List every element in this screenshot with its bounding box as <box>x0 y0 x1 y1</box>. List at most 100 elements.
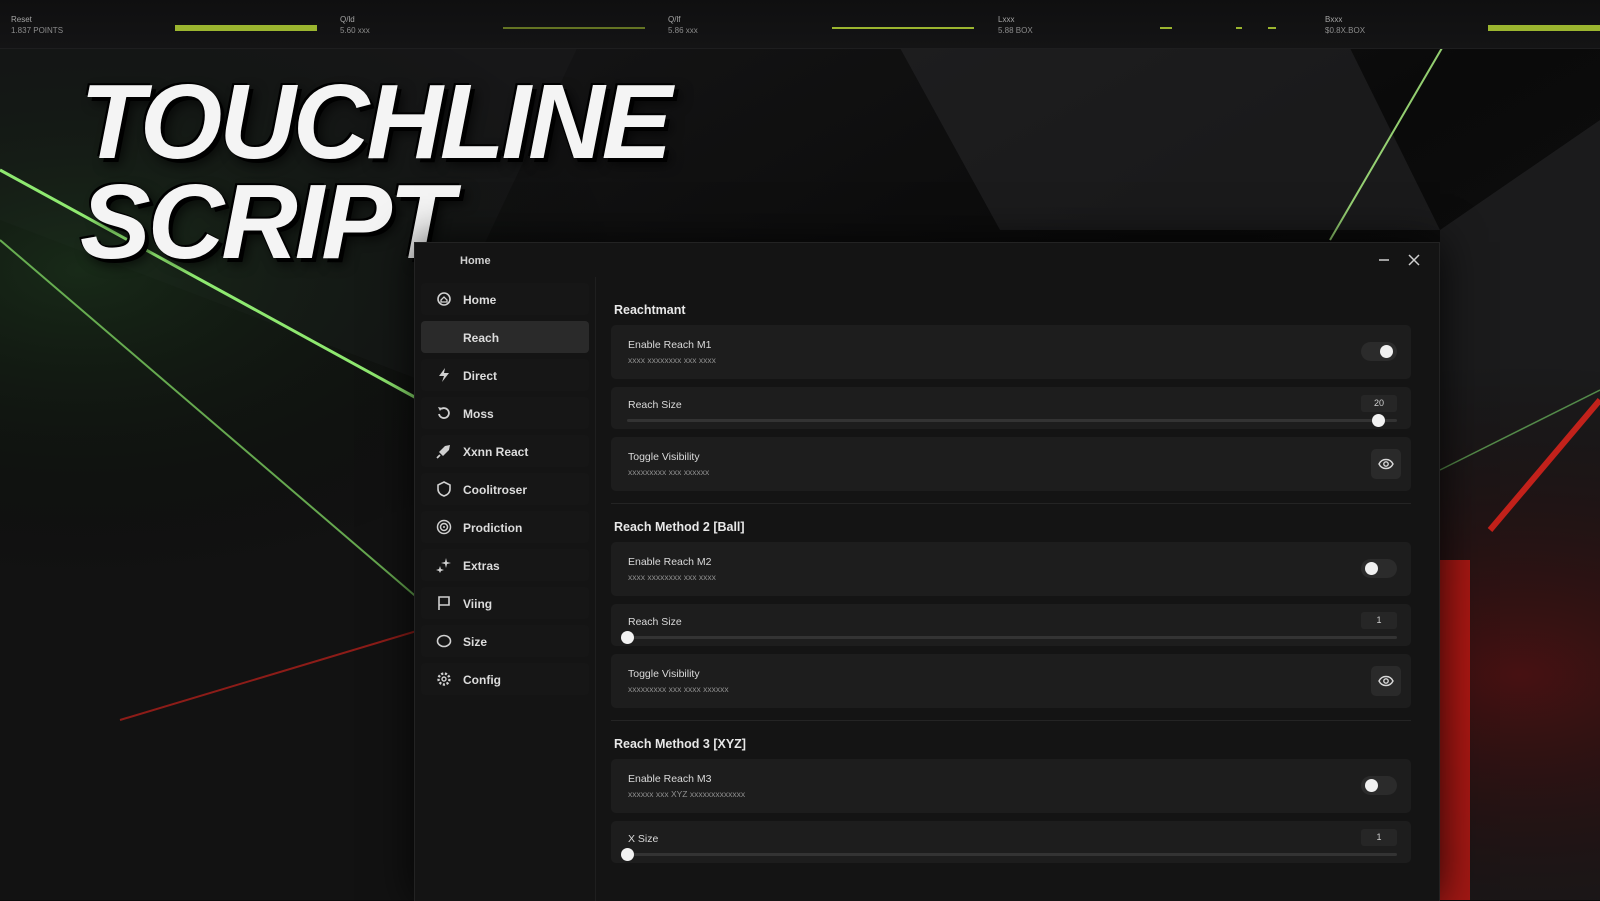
stat-bar <box>1488 25 1600 31</box>
rocket-icon <box>436 443 452 459</box>
slider-row: Reach Size 1 <box>611 604 1411 646</box>
window-title: Home <box>460 255 491 267</box>
sidebar-item-label: Config <box>463 673 501 687</box>
stat-value: 5.88 BOX <box>998 26 1033 35</box>
stat-value: 5.86 xxx <box>668 26 698 35</box>
toggle-knob <box>1365 779 1378 792</box>
setting-title: Enable Reach M1 <box>628 339 712 351</box>
minimize-button[interactable] <box>1373 249 1395 271</box>
slider-thumb[interactable] <box>621 848 634 861</box>
stat-bar <box>1160 27 1172 29</box>
setting-title: Toggle Visibility <box>628 668 700 680</box>
stat-label: Bxxx <box>1325 15 1343 24</box>
setting-subtitle: xxxxxxxxx xxx xxxxxx <box>628 467 710 477</box>
stat-bar <box>503 27 645 29</box>
flag-icon <box>436 595 452 611</box>
sidebar-item-home[interactable]: Home <box>421 283 589 315</box>
setting-title: Reach Size <box>628 616 682 628</box>
reach-m2-toggle[interactable] <box>1361 559 1397 578</box>
stat-label: Q/lf <box>668 15 681 24</box>
sidebar-item-label: Extras <box>463 559 500 573</box>
sidebar-item-config[interactable]: Config <box>421 663 589 695</box>
slider-value[interactable]: 1 <box>1361 829 1397 846</box>
slider-row: X Size 1 <box>611 821 1411 863</box>
section-title: Reach Method 3 [XYZ] <box>614 737 746 751</box>
slider-track[interactable] <box>621 631 1397 644</box>
setting-subtitle: xxxx xxxxxxxx xxx xxxx <box>628 355 716 365</box>
stat-bar <box>1268 27 1276 29</box>
setting-title: X Size <box>628 833 659 845</box>
sidebar-item-extras[interactable]: Extras <box>421 549 589 581</box>
stat-label: Reset <box>11 15 32 24</box>
stat-bar <box>832 27 974 29</box>
bolt-icon <box>436 367 452 383</box>
stat-1: Reset 1.837 POINTS <box>11 14 63 36</box>
stat-5: Bxxx $0.8X.BOX <box>1325 14 1365 36</box>
toggle-row: Enable Reach M3 xxxxxx xxx XYZ xxxxxxxxx… <box>611 759 1411 813</box>
stat-3: Q/lf 5.86 xxx <box>668 14 698 36</box>
slider-value[interactable]: 20 <box>1361 395 1397 412</box>
setting-subtitle: xxxx xxxxxxxx xxx xxxx <box>628 572 716 582</box>
setting-title: Enable Reach M3 <box>628 773 712 785</box>
reach-m1-toggle[interactable] <box>1361 342 1397 361</box>
sidebar-item-reach[interactable]: Reach <box>421 321 589 353</box>
home-icon <box>436 291 452 307</box>
close-icon <box>1408 254 1420 266</box>
circle-icon <box>436 633 452 649</box>
sidebar-item-moss[interactable]: Moss <box>421 397 589 429</box>
sidebar-item-label: Moss <box>463 407 494 421</box>
slider-thumb[interactable] <box>1371 414 1385 427</box>
visibility-row: Toggle Visibility xxxxxxxxx xxx xxxx xxx… <box>611 654 1411 708</box>
script-window: Home Home Reach Direct Moss Xxnn React C… <box>414 242 1440 901</box>
sidebar-item-label: Viing <box>463 597 493 611</box>
setting-subtitle: xxxxxx xxx XYZ xxxxxxxxxxxxx <box>628 789 746 799</box>
stat-label: Lxxx <box>998 15 1015 24</box>
visibility-button[interactable] <box>1371 449 1401 479</box>
toggle-row: Enable Reach M2 xxxx xxxxxxxx xxx xxxx <box>611 542 1411 596</box>
close-button[interactable] <box>1403 249 1425 271</box>
sidebar-item-label: Direct <box>463 369 498 383</box>
slider-row: Reach Size 20 <box>611 387 1411 429</box>
stat-bar <box>175 25 317 31</box>
sidebar-item-label: Reach <box>463 331 500 345</box>
setting-title: Toggle Visibility <box>628 451 700 463</box>
slider-value[interactable]: 1 <box>1361 612 1397 629</box>
toggle-row: Enable Reach M1 xxxx xxxxxxxx xxx xxxx <box>611 325 1411 379</box>
sidebar-item-label: Size <box>463 635 488 649</box>
slider-track[interactable] <box>627 414 1397 427</box>
sparkle-icon <box>436 557 452 573</box>
sidebar-item-viing[interactable]: Viing <box>421 587 589 619</box>
visibility-button[interactable] <box>1371 666 1401 696</box>
section-divider <box>611 503 1411 504</box>
stat-bar <box>1236 27 1242 29</box>
hero-line-1: TOUCHLINE <box>80 63 672 181</box>
sidebar-item-label: Home <box>463 293 497 307</box>
section-title: Reach Method 2 [Ball] <box>614 520 745 534</box>
visibility-row: Toggle Visibility xxxxxxxxx xxx xxxxxx <box>611 437 1411 491</box>
sidebar-item-size[interactable]: Size <box>421 625 589 657</box>
section-divider <box>611 720 1411 721</box>
stat-value: $0.8X.BOX <box>1325 26 1366 35</box>
reach-m3-toggle[interactable] <box>1361 776 1397 795</box>
stat-label: Q/ld <box>340 15 355 24</box>
stat-2: Q/ld 5.60 xxx <box>340 14 370 36</box>
sidebar-item-prodiction[interactable]: Prodiction <box>421 511 589 543</box>
sidebar-item-coolitroser[interactable]: Coolitroser <box>421 473 589 505</box>
sidebar-item-label: Xxnn React <box>463 445 529 459</box>
stat-value: 5.60 xxx <box>340 26 370 35</box>
toggle-knob <box>1380 345 1393 358</box>
setting-title: Enable Reach M2 <box>628 556 712 568</box>
slider-thumb[interactable] <box>621 631 634 644</box>
sidebar-item-xxnn-react[interactable]: Xxnn React <box>421 435 589 467</box>
window-titlebar[interactable]: Home <box>415 243 1439 277</box>
setting-subtitle: xxxxxxxxx xxx xxxx xxxxxx <box>628 684 729 694</box>
slider-track[interactable] <box>621 848 1397 861</box>
stat-value: 1.837 POINTS <box>11 26 64 35</box>
minimize-icon <box>1379 259 1389 261</box>
setting-title: Reach Size <box>628 399 682 411</box>
shield-icon <box>436 481 452 497</box>
content-panel: Reachtmant Enable Reach M1 xxxx xxxxxxxx… <box>611 283 1411 871</box>
sidebar-item-direct[interactable]: Direct <box>421 359 589 391</box>
rotate-icon <box>436 405 452 421</box>
gear-icon <box>436 671 452 687</box>
